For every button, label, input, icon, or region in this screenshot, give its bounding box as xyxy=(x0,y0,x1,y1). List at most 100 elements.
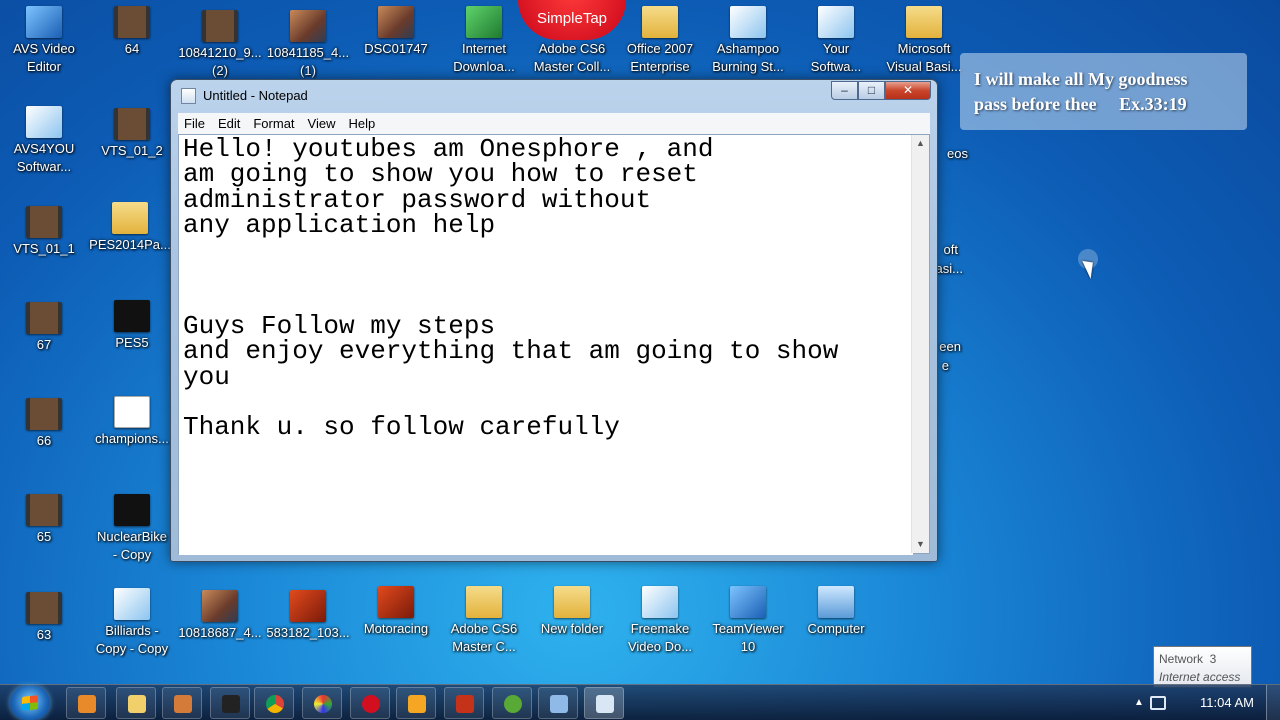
desktop-icon-65[interactable]: 65 xyxy=(0,494,88,546)
network-icon[interactable] xyxy=(1150,696,1166,710)
paint-icon xyxy=(314,695,332,713)
taskbar-paint[interactable] xyxy=(302,687,342,719)
desktop-icon-label: PES5 xyxy=(115,335,149,350)
show-desktop-button[interactable] xyxy=(1266,685,1280,720)
vertical-scrollbar[interactable]: ▲ ▼ xyxy=(911,135,929,553)
desktop-icon-67[interactable]: 67 xyxy=(0,302,88,354)
network-tooltip: Network 3 Internet access xyxy=(1153,646,1252,688)
menu-bar: File Edit Format View Help xyxy=(178,113,930,134)
desktop-icon-new-folder[interactable]: New folder xyxy=(528,586,616,638)
desktop-icon-64[interactable]: 64 xyxy=(88,6,176,58)
close-button[interactable]: ✕ xyxy=(885,81,931,100)
app-icon xyxy=(174,695,192,713)
desktop-icon-label: Office 2007 Enterprise xyxy=(626,41,694,74)
taskbar-agent[interactable] xyxy=(210,687,250,719)
scroll-down-icon[interactable]: ▼ xyxy=(912,536,929,553)
photo-icon xyxy=(202,590,238,622)
video-file-icon xyxy=(26,206,62,238)
desktop-icon-your-software[interactable]: Your Softwa... xyxy=(792,6,880,76)
network-name: Network 3 xyxy=(1159,652,1217,666)
video-file-icon xyxy=(202,10,238,42)
video-file-icon xyxy=(26,302,62,334)
desktop-icon-label: 583182_103... xyxy=(266,625,350,640)
taskbar-app2[interactable] xyxy=(444,687,484,719)
desktop-icon-dsc01747[interactable]: DSC01747 xyxy=(352,6,440,58)
desktop-icon-computer[interactable]: Computer xyxy=(792,586,880,638)
desktop-icon-avs4you[interactable]: AVS4YOU Softwar... xyxy=(0,106,88,176)
desktop-icon-avs-video-editor[interactable]: AVS Video Editor xyxy=(0,6,88,76)
taskbar-window[interactable] xyxy=(538,687,578,719)
menu-file[interactable]: File xyxy=(184,116,205,131)
game-icon xyxy=(378,586,414,618)
utorrent-icon xyxy=(504,695,522,713)
taskbar-opera[interactable] xyxy=(350,687,390,719)
desktop-icon-label: 67 xyxy=(36,337,52,352)
desktop-icon-583182[interactable]: 583182_103... xyxy=(264,590,352,642)
taskbar-app[interactable] xyxy=(162,687,202,719)
scroll-up-icon[interactable]: ▲ xyxy=(912,135,929,152)
desktop-icon-motoracing[interactable]: Motoracing xyxy=(352,586,440,638)
desktop-icon-pes5[interactable]: PES5 xyxy=(88,300,176,352)
menu-edit[interactable]: Edit xyxy=(218,116,240,131)
desktop-icon-63[interactable]: 63 xyxy=(0,592,88,644)
desktop-icon-office-2007[interactable]: Office 2007 Enterprise xyxy=(616,6,704,76)
desktop-icon-nuclearbike[interactable]: NuclearBike - Copy xyxy=(88,494,176,564)
video-file-icon xyxy=(26,494,62,526)
desktop-icon-66[interactable]: 66 xyxy=(0,398,88,450)
media-player-icon xyxy=(78,695,96,713)
avs4you-icon xyxy=(26,106,62,138)
desktop-icon-adobe-cs6-master-c[interactable]: Adobe CS6 Master C... xyxy=(440,586,528,656)
desktop-icon-pes2014[interactable]: PES2014Pa... xyxy=(86,202,174,254)
desktop-icon-10841210[interactable]: 10841210_9... (2) xyxy=(176,10,264,80)
desktop-icon-billiards[interactable]: Billiards - Copy - Copy xyxy=(88,588,176,658)
pes5-icon xyxy=(114,300,150,332)
desktop-icon-label: Computer xyxy=(807,621,865,636)
verse-line-2: pass before thee Ex.33:19 xyxy=(974,94,1187,114)
taskbar-game[interactable] xyxy=(396,687,436,719)
desktop-icon-freemake[interactable]: Freemake Video Do... xyxy=(616,586,704,656)
menu-view[interactable]: View xyxy=(308,116,336,131)
desktop-icon-visual-basic[interactable]: Microsoft Visual Basi... xyxy=(880,6,968,76)
computer-icon xyxy=(818,586,854,618)
folder-icon xyxy=(642,6,678,38)
taskbar-chrome[interactable] xyxy=(254,687,294,719)
menu-help[interactable]: Help xyxy=(348,116,375,131)
video-file-icon xyxy=(26,592,62,624)
desktop-icon-10841185[interactable]: 10841185_4... (1) xyxy=(264,10,352,80)
text-area[interactable] xyxy=(179,135,913,555)
desktop-icon-ashampoo[interactable]: Ashampoo Burning St... xyxy=(704,6,792,76)
desktop-icon-label: Motoracing xyxy=(363,621,429,636)
taskbar-media-player[interactable] xyxy=(66,687,106,719)
taskbar-explorer[interactable] xyxy=(116,687,156,719)
folder-icon xyxy=(128,695,146,713)
start-button[interactable] xyxy=(10,686,50,720)
internet-download-icon xyxy=(466,6,502,38)
desktop-icon-vts-01-2[interactable]: VTS_01_2 xyxy=(88,108,176,160)
desktop-icon-label: champions... xyxy=(95,431,169,446)
desktop-icon-label: TeamViewer 10 xyxy=(712,621,784,654)
desktop-icon-label: 64 xyxy=(124,41,140,56)
window-controls: – □ ✕ xyxy=(831,81,931,101)
taskbar-utorrent[interactable] xyxy=(492,687,532,719)
taskbar: ▲ 11:04 AM xyxy=(0,684,1280,720)
maximize-button[interactable]: □ xyxy=(858,81,885,100)
desktop-icon-label: NuclearBike - Copy xyxy=(96,529,168,562)
title-bar[interactable]: Untitled - Notepad – □ ✕ xyxy=(171,80,937,110)
menu-format[interactable]: Format xyxy=(253,116,294,131)
show-hidden-icons-icon[interactable]: ▲ xyxy=(1134,697,1144,708)
desktop-icon-internet-download[interactable]: Internet Downloa... xyxy=(440,6,528,76)
verse-line-1: I will make all My goodness xyxy=(974,69,1188,89)
desktop-icon-10818687[interactable]: 10818687_4... xyxy=(176,590,264,642)
taskbar-notepad[interactable] xyxy=(584,687,624,719)
system-tray: ▲ 11:04 AM xyxy=(1130,685,1280,720)
clock[interactable]: 11:04 AM xyxy=(1200,695,1254,710)
desktop-icon-vts-01-1[interactable]: VTS_01_1 xyxy=(0,206,88,258)
desktop-icon-label: Freemake Video Do... xyxy=(627,621,693,654)
text-editor: ▲ ▼ xyxy=(178,134,930,555)
desktop-icon-champions[interactable]: champions... xyxy=(88,396,176,448)
desktop-icon-teamviewer[interactable]: TeamViewer 10 xyxy=(704,586,792,656)
minimize-button[interactable]: – xyxy=(831,81,858,100)
game-icon xyxy=(114,494,150,526)
photo-icon xyxy=(290,590,326,622)
notepad-icon xyxy=(596,695,614,713)
